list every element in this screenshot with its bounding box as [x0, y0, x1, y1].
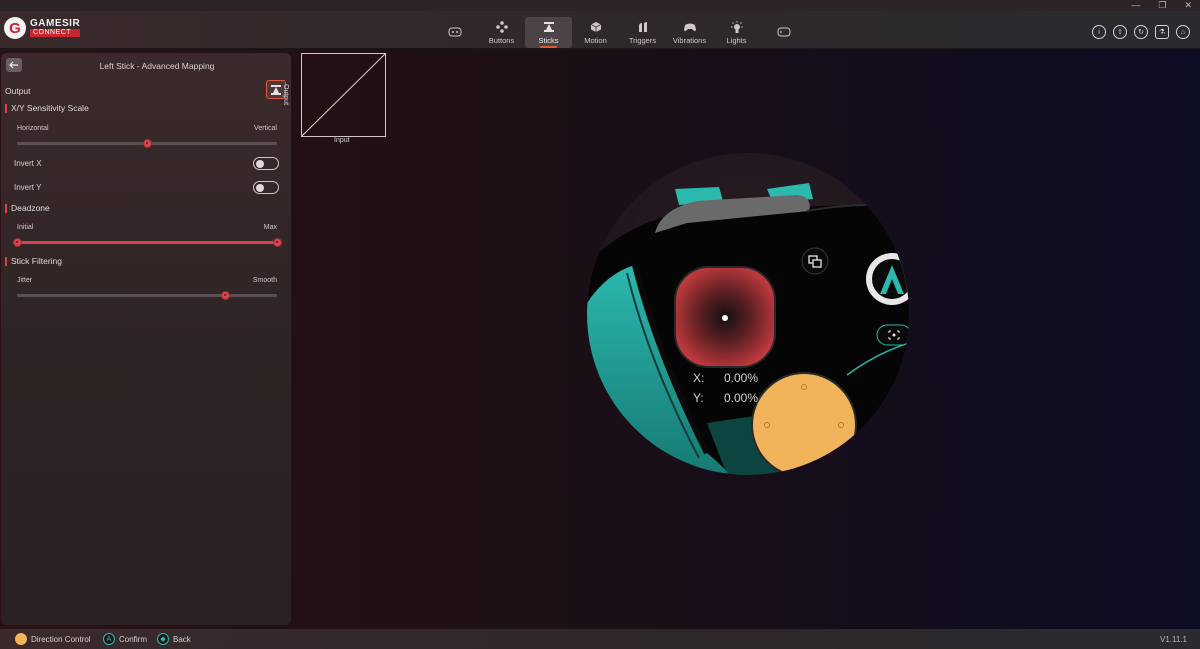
controller-outline-icon	[777, 26, 791, 38]
app-logo: G GAMESIR CONNECT	[4, 17, 81, 39]
hint-back: ◆ Back	[157, 633, 191, 645]
restore-button[interactable]: ❐	[1158, 0, 1166, 10]
minimize-button[interactable]: —	[1131, 0, 1140, 10]
response-curve-graph	[301, 53, 386, 137]
invert-x-toggle[interactable]	[253, 157, 279, 170]
tab-motion[interactable]: Motion	[572, 17, 619, 48]
tab-vibrations[interactable]: Vibrations	[666, 17, 713, 48]
graph-y-label: Output	[282, 84, 289, 106]
y-readout-value: 0.00%	[724, 391, 759, 405]
trigger-icon	[636, 21, 650, 33]
filtering-slider[interactable]	[17, 291, 277, 300]
invert-y-label: Invert Y	[14, 183, 42, 192]
reset-icon[interactable]: ↻	[1134, 25, 1148, 39]
b-button-hint-icon: ◆	[157, 633, 169, 645]
flask-icon[interactable]: ⚗	[1155, 25, 1169, 39]
gamesir-logo-icon: G	[4, 17, 26, 39]
hint-direction-control: Direction Control	[15, 633, 91, 645]
tab-lights-label: Lights	[726, 36, 747, 45]
deadzone-right-label: Max	[263, 224, 277, 231]
x-readout-value: 0.00%	[724, 371, 759, 385]
dpad-buttons-icon	[495, 21, 509, 33]
main-tabs: Buttons Sticks Motion Triggers Vibration…	[431, 17, 807, 48]
bottom-hint-bar: Direction Control A Confirm ◆ Back V1.11…	[0, 629, 1200, 649]
tab-vibrations-label: Vibrations	[672, 36, 707, 45]
x-readout-label: X:	[693, 371, 705, 385]
tab-motion-label: Motion	[584, 36, 607, 45]
deadzone-left-label: Initial	[17, 224, 34, 231]
controller-outline-icon	[448, 26, 462, 38]
stick-icon	[542, 21, 556, 33]
deadzone-section-title: Deadzone	[5, 203, 50, 213]
sensitivity-left-label: Horizontal	[17, 125, 49, 132]
stick-icon	[271, 84, 281, 95]
cube-icon	[589, 21, 603, 33]
logo-subtitle: CONNECT	[30, 29, 81, 37]
toolbar-icons: i ⇧ ↻ ⚗ ⌂	[1092, 25, 1190, 39]
filtering-right-label: Smooth	[252, 277, 277, 284]
hint-confirm: A Confirm	[103, 633, 147, 645]
hint-direction-label: Direction Control	[31, 634, 91, 644]
dpad-hint-icon	[15, 633, 27, 645]
tab-sticks-label: Sticks	[538, 36, 559, 45]
tab-device[interactable]	[431, 17, 478, 48]
app-version: V1.11.1	[1160, 635, 1187, 644]
close-button[interactable]: ✕	[1184, 0, 1192, 10]
response-curve-line	[301, 53, 386, 137]
tab-triggers[interactable]: Triggers	[619, 17, 666, 48]
invert-x-label: Invert X	[14, 159, 42, 168]
info-icon[interactable]: i	[1092, 25, 1106, 39]
tab-buttons-label: Buttons	[488, 36, 515, 45]
tab-extra[interactable]	[760, 17, 807, 48]
y-readout-label: Y:	[693, 391, 704, 405]
deadzone-range-slider[interactable]	[12, 238, 282, 247]
sensitivity-slider-handle[interactable]	[142, 139, 152, 148]
deadzone-min-handle[interactable]	[12, 238, 22, 247]
deadzone-max-handle[interactable]	[272, 238, 282, 247]
tab-buttons[interactable]: Buttons	[478, 17, 525, 48]
output-label: Output	[5, 86, 31, 96]
deadzone-range-fill	[17, 241, 277, 244]
tab-lights[interactable]: Lights	[713, 17, 760, 48]
controller-zoom-view: X: 0.00% Y: 0.00%	[587, 153, 909, 475]
graph-x-label: Input	[334, 137, 350, 144]
logo-name: GAMESIR	[30, 18, 81, 29]
tab-sticks[interactable]: Sticks	[525, 17, 572, 48]
sensitivity-right-label: Vertical	[254, 125, 277, 132]
window-controls: — ❐ ✕	[1131, 0, 1192, 10]
home-icon[interactable]: ⌂	[1176, 25, 1190, 39]
hint-back-label: Back	[173, 634, 191, 644]
invert-y-toggle[interactable]	[253, 181, 279, 194]
vibration-icon	[683, 21, 697, 33]
panel-title: Left Stick - Advanced Mapping	[99, 61, 215, 71]
sensitivity-section-title: X/Y Sensitivity Scale	[5, 103, 89, 113]
filtering-section-title: Stick Filtering	[5, 256, 62, 266]
top-navigation-bar: G GAMESIR CONNECT Buttons Sticks Motion …	[0, 11, 1200, 49]
sensitivity-slider[interactable]	[17, 139, 277, 148]
tab-triggers-label: Triggers	[628, 36, 657, 45]
hint-confirm-label: Confirm	[119, 634, 148, 644]
advanced-mapping-panel: Left Stick - Advanced Mapping Output X/Y…	[1, 53, 291, 625]
light-icon	[730, 20, 744, 33]
filtering-left-label: Jitter	[17, 277, 33, 284]
window-titlebar: — ❐ ✕	[0, 0, 1200, 11]
filtering-slider-handle[interactable]	[220, 291, 230, 300]
a-button-hint-icon: A	[103, 633, 115, 645]
upload-icon[interactable]: ⇧	[1113, 25, 1127, 39]
